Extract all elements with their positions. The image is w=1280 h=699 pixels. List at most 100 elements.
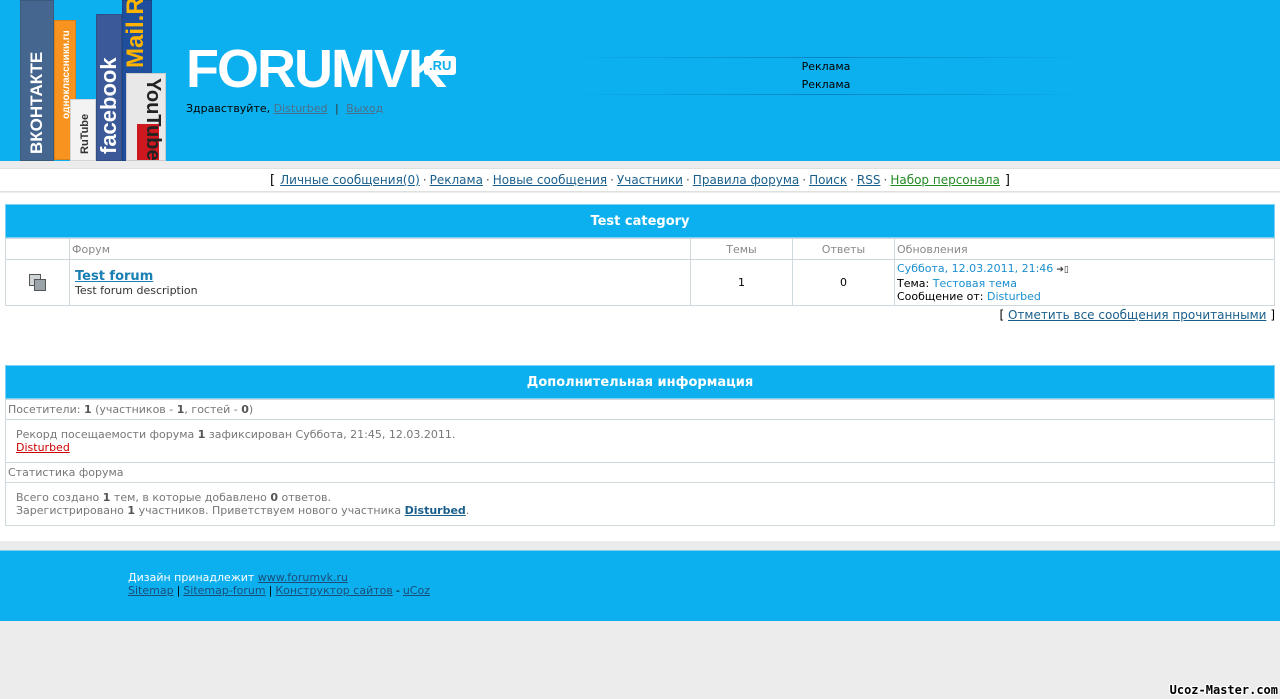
vkontakte-badge-text: ВКОНТАКТЕ: [27, 51, 46, 154]
nav-dot: ·: [802, 173, 807, 187]
additional-info-header: Дополнительная информация: [5, 365, 1275, 399]
stats-cell: Всего создано 1 тем, в которые добавлено…: [5, 482, 1275, 526]
facebook-badge: facebook: [96, 14, 122, 161]
visitors-guests: 0: [241, 403, 249, 416]
forum-folder-icon: [28, 273, 47, 292]
nav-search[interactable]: Поиск: [809, 173, 847, 187]
author-label: Сообщение от:: [897, 290, 984, 303]
nav-private-messages[interactable]: Личные сообщения(0): [280, 173, 420, 187]
footer-sitemap-forum-link[interactable]: Sitemap-forum: [183, 584, 265, 597]
last-author-link[interactable]: Disturbed: [987, 290, 1041, 303]
last-topic-link[interactable]: Тестовая тема: [933, 277, 1017, 290]
nav-dot: ·: [685, 173, 690, 187]
nav-dot: ·: [610, 173, 614, 187]
mailru-badge-text: Mail.Ru: [122, 0, 149, 68]
nav-forum-rules[interactable]: Правила форума: [693, 173, 799, 187]
ad-text-2[interactable]: Реклама: [560, 76, 1092, 94]
stats-title: Статистика форума: [5, 462, 1275, 483]
site-logo-tld: .RU: [424, 56, 457, 75]
stats-created-prefix: Всего создано: [16, 491, 100, 504]
nav-open-bracket: [: [270, 173, 276, 188]
stats-title-row: Статистика форума: [5, 462, 1275, 483]
logout-link[interactable]: Выход: [346, 102, 383, 115]
forum-icon-cell: [5, 259, 70, 306]
stats-topics: 1: [102, 491, 111, 504]
col-forum: Форум: [69, 238, 691, 260]
social-badges-logo: Mail.Ru YouTube facebook одноклассники.r…: [20, 0, 166, 161]
visitors-row: Посетители: 1 (участников - 1, гостей - …: [5, 399, 1275, 420]
mark-read-close-bracket: ]: [1270, 308, 1275, 322]
forum-topics-count: 1: [690, 259, 793, 306]
col-topics: Темы: [690, 238, 793, 260]
topic-label: Тема:: [897, 277, 930, 290]
stats-members: 1: [127, 504, 136, 517]
forum-info-cell: Test forum Test forum description: [69, 259, 691, 306]
username-link[interactable]: Disturbed: [274, 102, 328, 115]
online-user-link[interactable]: Disturbed: [16, 441, 70, 454]
visitors-label: Посетители:: [8, 403, 81, 416]
footer-design-link[interactable]: www.forumvk.ru: [258, 571, 348, 584]
rutube-badge: RuTube: [70, 99, 96, 161]
additional-info-table: Посетители: 1 (участников - 1, гостей - …: [5, 399, 1275, 526]
watermark-text: Ucoz-Master.com: [1169, 683, 1278, 697]
nav-dot: ·: [422, 173, 427, 187]
ad-text-1[interactable]: Реклама: [560, 58, 1092, 76]
footer-separator: |: [176, 584, 181, 597]
main-navigation: [Личные сообщения(0) · Реклама · Новые сообщ…: [0, 168, 1280, 192]
stats-replies: 0: [270, 491, 279, 504]
nav-new-messages[interactable]: Новые сообщения: [493, 173, 607, 187]
forum-table: Форум Темы Ответы Обновления Test forum …: [5, 238, 1275, 306]
mark-read-open-bracket: [: [999, 308, 1005, 322]
mark-read-block: [ Отметить все сообщения прочитанными ]: [999, 308, 1275, 322]
site-footer: Дизайн принадлежит www.forumvk.ru Sitema…: [0, 550, 1280, 621]
stats-reg-mid: участников. Приветствуем нового участник…: [138, 504, 402, 517]
greeting-separator: |: [334, 102, 339, 115]
facebook-badge-text: facebook: [96, 57, 121, 154]
newest-member-link[interactable]: Disturbed: [405, 504, 466, 517]
nav-rss[interactable]: RSS: [857, 173, 881, 187]
rutube-badge-text: RuTube: [79, 113, 91, 154]
forum-table-header: Форум Темы Ответы Обновления: [5, 238, 1275, 260]
visitors-members-label: (участников -: [95, 403, 174, 416]
forum-name-link[interactable]: Test forum: [75, 269, 689, 284]
footer-design-line: Дизайн принадлежит www.forumvk.ru: [128, 571, 348, 584]
footer-sitemap-link[interactable]: Sitemap: [128, 584, 174, 597]
youtube-badge: YouTube: [126, 73, 166, 161]
col-icon: [5, 238, 70, 260]
footer-separator: |: [268, 584, 273, 597]
nav-dot: ·: [883, 173, 888, 187]
record-prefix: Рекорд посещаемости форума: [16, 428, 195, 441]
footer-dash: -: [395, 584, 400, 597]
stats-created-mid: тем, в которые добавлено: [113, 491, 267, 504]
table-row: Test forum Test forum description 1 0 Су…: [5, 259, 1275, 306]
nav-dot: ·: [485, 173, 490, 187]
record-count: 1: [197, 428, 206, 441]
ad-divider-bottom: [560, 94, 1092, 95]
stats-row: Всего создано 1 тем, в которые добавлено…: [5, 482, 1275, 526]
category-header[interactable]: Test category: [5, 204, 1275, 238]
mark-all-read-link[interactable]: Отметить все сообщения прочитанными: [1008, 308, 1267, 322]
footer-ucoz-link[interactable]: uCoz: [403, 584, 430, 597]
user-greeting: Здравствуйте, Disturbed | Выход: [186, 102, 383, 115]
visitors-guests-label: , гостей -: [184, 403, 238, 416]
last-post-date-link[interactable]: Суббота, 12.03.2011, 21:46: [897, 262, 1053, 275]
header-ad-block: Реклама Реклама: [560, 57, 1092, 101]
footer-design-text: Дизайн принадлежит: [128, 571, 255, 584]
nav-members[interactable]: Участники: [617, 173, 683, 187]
stats-reg-prefix: Зарегистрировано: [16, 504, 124, 517]
col-updates: Обновления: [894, 238, 1275, 260]
stats-created-suffix: ответов.: [281, 491, 332, 504]
nav-advertising[interactable]: Реклама: [430, 173, 483, 187]
site-header: Mail.Ru YouTube facebook одноклассники.r…: [0, 0, 1280, 161]
footer-site-builder-link[interactable]: Конструктор сайтов: [275, 584, 393, 597]
record-cell: Рекорд посещаемости форума 1 зафиксирова…: [5, 419, 1275, 463]
site-logo-text[interactable]: FORUMVK: [186, 38, 447, 100]
greeting-text: Здравствуйте,: [186, 102, 271, 115]
go-to-post-icon[interactable]: ➔▯: [1056, 264, 1069, 277]
forum-last-update: Суббота, 12.03.2011, 21:46 ➔▯ Тема: Тесто…: [894, 259, 1275, 306]
visitors-close: ): [248, 403, 254, 416]
visitors-total: 1: [83, 403, 92, 416]
col-replies: Ответы: [792, 238, 895, 260]
nav-close-bracket: ]: [1004, 173, 1010, 188]
nav-staff-recruitment[interactable]: Набор персонала: [890, 173, 1000, 187]
